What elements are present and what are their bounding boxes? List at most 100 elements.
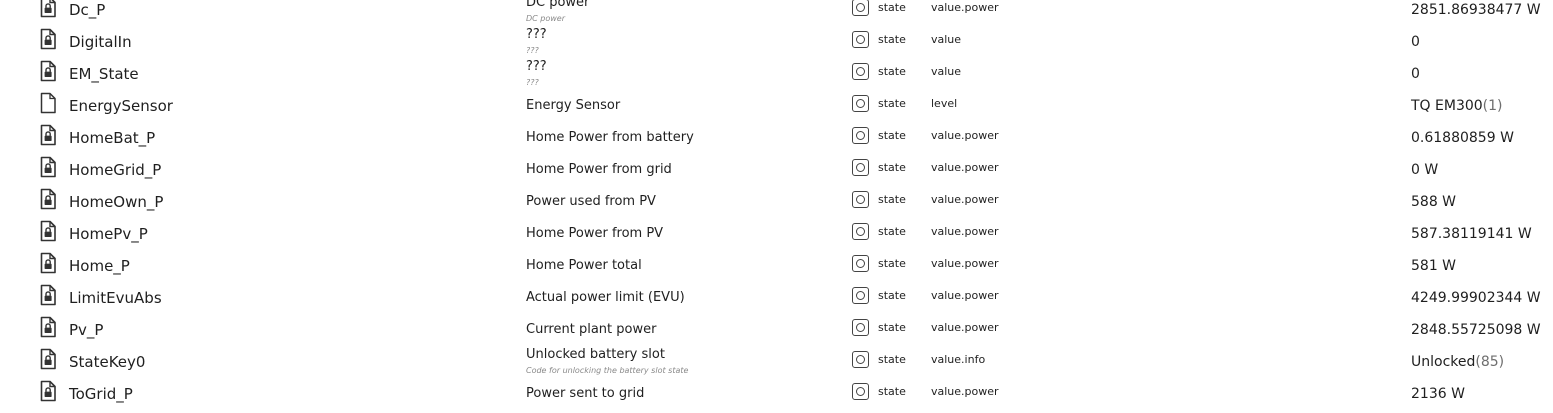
object-row[interactable]: Pv_P Current plant power state value.pow…: [0, 314, 1553, 346]
value-text: 0.61880859 W: [1411, 130, 1514, 146]
object-id: EM_State: [69, 65, 139, 83]
state-type-icon: [852, 127, 869, 144]
file-lock-icon: [39, 316, 57, 338]
object-name-cell: Energy Sensor: [526, 90, 826, 122]
object-role: value.power: [931, 161, 999, 174]
object-role: value: [931, 65, 962, 78]
object-row[interactable]: EnergySensor Energy Sensor state level T…: [0, 90, 1553, 122]
object-name-cell: Actual power limit (EVU): [526, 282, 826, 314]
object-role: value.power: [931, 225, 999, 238]
object-row[interactable]: Home_P Home Power total state value.powe…: [0, 250, 1553, 282]
object-name: Energy Sensor: [526, 98, 621, 113]
object-type: state: [878, 33, 906, 46]
file-lock-icon: [39, 60, 57, 82]
object-name: Home Power from battery: [526, 130, 694, 145]
value-text: 0: [1411, 34, 1420, 50]
object-type: state: [878, 289, 906, 302]
file-lock-icon: [39, 348, 57, 370]
object-name-cell: Power used from PV: [526, 186, 826, 218]
file-lock-icon: [39, 252, 57, 274]
object-name: ???: [526, 27, 547, 42]
value-text: 587.38119141 W: [1411, 226, 1532, 242]
state-type-icon: [852, 159, 869, 176]
object-type: state: [878, 225, 906, 238]
state-type-icon: [852, 351, 869, 368]
object-row[interactable]: HomeGrid_P Home Power from grid state va…: [0, 154, 1553, 186]
file-icon: [39, 92, 57, 114]
state-type-icon: [852, 319, 869, 336]
object-type: state: [878, 1, 906, 14]
object-value[interactable]: 0.61880859 W: [1411, 122, 1514, 154]
object-value[interactable]: 587.38119141 W: [1411, 218, 1532, 250]
object-value[interactable]: 581 W: [1411, 250, 1456, 282]
object-id: HomeGrid_P: [69, 161, 162, 179]
object-value[interactable]: 2848.55725098 W: [1411, 314, 1541, 346]
object-name-cell: ??? ???: [526, 26, 826, 58]
object-id: ToGrid_P: [69, 385, 133, 403]
object-value[interactable]: 0: [1411, 26, 1420, 58]
object-row[interactable]: LimitEvuAbs Actual power limit (EVU) sta…: [0, 282, 1553, 314]
object-name: Power sent to grid: [526, 386, 645, 401]
object-role: value.power: [931, 289, 999, 302]
object-value[interactable]: 0 W: [1411, 154, 1438, 186]
object-name: DC power: [526, 0, 590, 10]
object-name-cell: Home Power from grid: [526, 154, 826, 186]
value-text: 2851.86938477 W: [1411, 2, 1541, 18]
object-value[interactable]: 588 W: [1411, 186, 1456, 218]
object-list: Dc_P DC power DC power state value.power…: [0, 0, 1553, 413]
object-id: StateKey0: [69, 353, 146, 371]
file-lock-icon: [39, 220, 57, 242]
file-lock-icon: [39, 0, 57, 18]
object-value[interactable]: Unlocked(85): [1411, 346, 1504, 378]
object-id: EnergySensor: [69, 97, 173, 115]
state-type-icon: [852, 31, 869, 48]
object-type: state: [878, 385, 906, 398]
object-role: level: [931, 97, 958, 110]
object-id: HomePv_P: [69, 225, 148, 243]
object-value[interactable]: 2851.86938477 W: [1411, 0, 1541, 26]
object-value[interactable]: 0: [1411, 58, 1420, 90]
object-row[interactable]: ToGrid_P Power sent to grid state value.…: [0, 378, 1553, 410]
value-text: 4249.99902344 W: [1411, 290, 1541, 306]
object-role: value.power: [931, 321, 999, 334]
value-text: 2848.55725098 W: [1411, 322, 1541, 338]
state-type-icon: [852, 191, 869, 208]
object-value[interactable]: 4249.99902344 W: [1411, 282, 1541, 314]
object-row[interactable]: DigitalIn ??? ??? state value 0: [0, 26, 1553, 58]
object-type: state: [878, 321, 906, 334]
value-code: (1): [1482, 98, 1503, 114]
object-type: state: [878, 161, 906, 174]
object-name: Unlocked battery slot: [526, 347, 665, 362]
value-code: (85): [1475, 354, 1505, 370]
object-value[interactable]: 2136 W: [1411, 378, 1465, 410]
object-type: state: [878, 193, 906, 206]
object-name-cell: Unlocked battery slot Code for unlocking…: [526, 346, 826, 378]
object-row[interactable]: HomeOwn_P Power used from PV state value…: [0, 186, 1553, 218]
object-name-cell: ??? ???: [526, 58, 826, 90]
state-type-icon: [852, 95, 869, 112]
value-text: 2136 W: [1411, 386, 1465, 402]
object-row[interactable]: HomePv_P Home Power from PV state value.…: [0, 218, 1553, 250]
object-role: value.info: [931, 353, 986, 366]
object-type: state: [878, 257, 906, 270]
object-value[interactable]: TQ EM300(1): [1411, 90, 1503, 122]
file-lock-icon: [39, 28, 57, 50]
object-description: Code for unlocking the battery slot stat…: [526, 366, 689, 375]
value-text: TQ EM300: [1411, 98, 1483, 114]
object-id: Dc_P: [69, 1, 106, 19]
state-type-icon: [852, 383, 869, 400]
file-lock-icon: [39, 156, 57, 178]
object-row[interactable]: StateKey0 Unlocked battery slot Code for…: [0, 346, 1553, 378]
object-role: value.power: [931, 193, 999, 206]
object-row[interactable]: EM_State ??? ??? state value 0: [0, 58, 1553, 90]
object-row[interactable]: HomeBat_P Home Power from battery state …: [0, 122, 1553, 154]
file-lock-icon: [39, 188, 57, 210]
object-row[interactable]: Dc_P DC power DC power state value.power…: [0, 0, 1553, 26]
object-name-cell: Power sent to grid: [526, 378, 826, 410]
object-role: value.power: [931, 1, 999, 14]
object-type: state: [878, 97, 906, 110]
object-id: HomeBat_P: [69, 129, 156, 147]
object-name-cell: Home Power total: [526, 250, 826, 282]
file-lock-icon: [39, 124, 57, 146]
object-type: state: [878, 65, 906, 78]
